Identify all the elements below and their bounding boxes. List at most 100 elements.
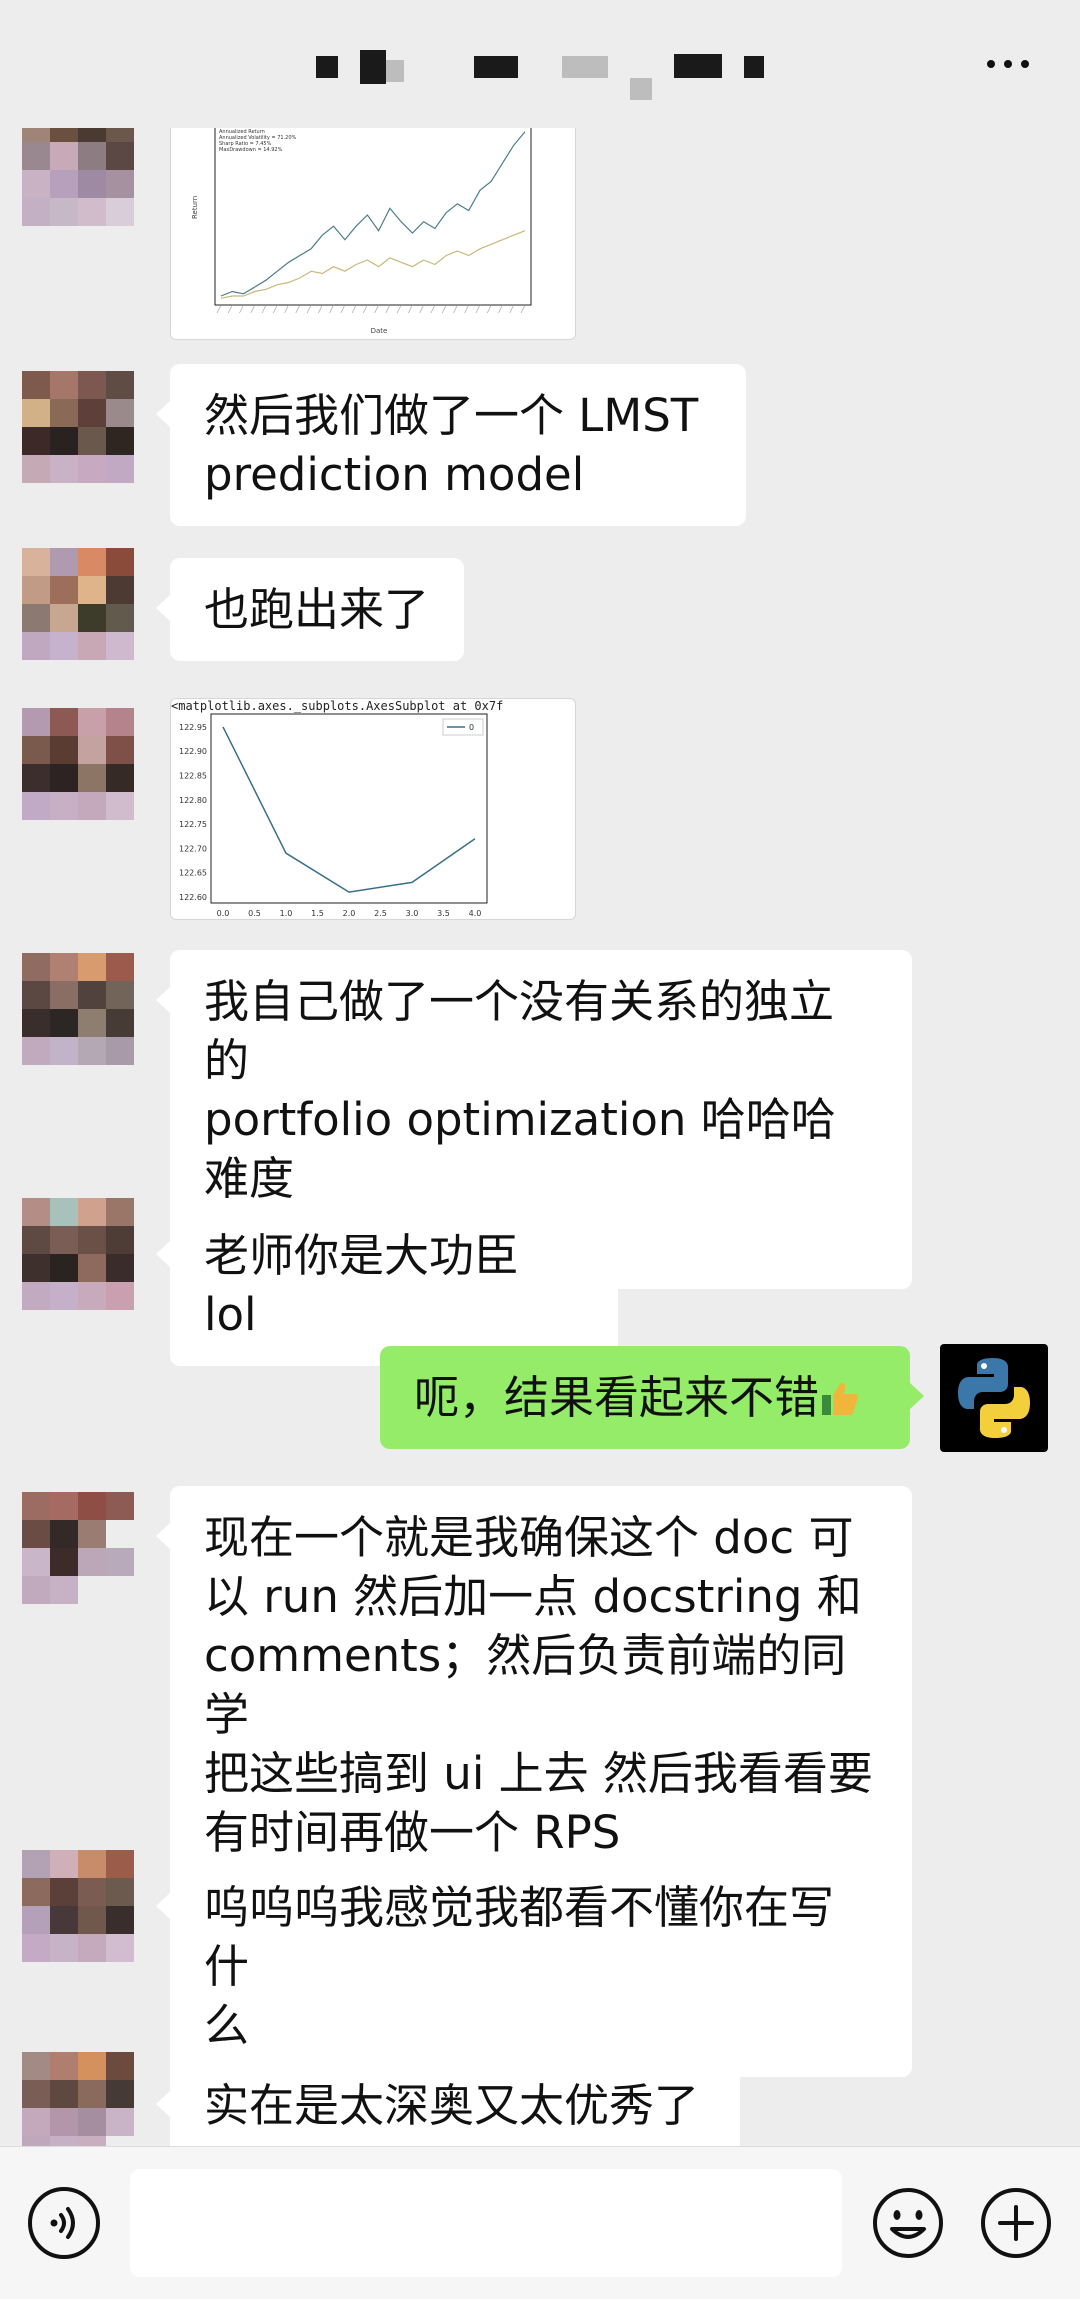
x-tick-label: 0.0 [217, 909, 230, 918]
message-list[interactable]: Annualized Return Annualized Volatility =… [0, 128, 1080, 2146]
x-tick [430, 304, 436, 314]
x-tick-label: 0.5 [248, 909, 261, 918]
y-tick-label: 122.65 [179, 869, 207, 878]
x-tick [239, 304, 244, 314]
avatar[interactable] [22, 371, 134, 483]
chat-header [0, 0, 1080, 128]
input-bar [0, 2146, 1080, 2299]
message-text-line: 把这些搞到 ui 上去 然后我看看要 [204, 1747, 873, 1800]
message-bubble[interactable]: 然后我们做了一个 LMST prediction model [156, 364, 746, 526]
x-tick-label: 3.5 [437, 909, 450, 918]
chart-legend: Annualized ReturnAnnualized Volatility =… [219, 129, 297, 153]
avatar[interactable] [22, 953, 134, 1065]
x-tick [498, 304, 503, 314]
message-text-line: 然后我们做了一个 LMST [204, 389, 699, 442]
voice-button[interactable] [28, 2187, 100, 2259]
x-tick [295, 304, 301, 314]
x-tick [216, 304, 222, 314]
plus-icon [981, 2188, 1051, 2258]
y-tick-label: 122.60 [179, 893, 207, 902]
x-tick-label: 3.0 [406, 909, 419, 918]
avatar[interactable] [22, 708, 134, 820]
x-tick [385, 304, 391, 314]
x-tick-label: 2.0 [343, 909, 356, 918]
message-bubble[interactable]: 实在是太深奥又太优秀了 [156, 2054, 740, 2146]
avatar[interactable] [22, 1198, 134, 1310]
y-tick-label: 122.75 [179, 820, 207, 829]
x-tick [419, 304, 424, 314]
message-text-line: 也跑出来了 [204, 583, 430, 636]
x-tick [227, 304, 233, 314]
y-axis-label: Return [191, 196, 199, 219]
x-tick [374, 304, 379, 314]
x-tick [475, 304, 481, 314]
x-tick [408, 304, 413, 314]
x-tick-label: 2.5 [374, 909, 387, 918]
x-tick [273, 304, 278, 314]
x-tick [486, 304, 492, 314]
message-bubble[interactable]: 现在一个就是我确保这个 doc 可 以 run 然后加一点 docstring … [156, 1486, 912, 1884]
message-bubble[interactable]: 老师你是大功臣 lol [156, 1204, 618, 1366]
x-tick [441, 304, 447, 314]
x-tick [250, 304, 256, 314]
thumbs-up-icon [822, 1382, 858, 1415]
x-tick [351, 304, 357, 314]
image-message-prediction[interactable]: <matplotlib.axes._subplots.AxesSubplot a… [170, 698, 576, 920]
message-bubble[interactable]: 也跑出来了 [156, 558, 464, 661]
message-text-line: 呜呜呜我感觉我都看不懂你在写什 [204, 1881, 835, 1993]
x-tick-label: 1.5 [311, 909, 324, 918]
voice-icon [50, 2207, 75, 2239]
my-message-bubble[interactable]: 呃，结果看起来不错 [380, 1346, 924, 1449]
x-tick [318, 304, 323, 314]
more-dots-icon [987, 60, 995, 68]
emoji-icon [873, 2188, 943, 2258]
message-text-line: 现在一个就是我确保这个 doc 可 [204, 1511, 854, 1564]
x-tick [464, 304, 469, 314]
chart-header-text: <matplotlib.axes._subplots.AxesSubplot a… [171, 699, 503, 713]
y-tick-label: 122.80 [179, 796, 207, 805]
avatar[interactable] [22, 1850, 134, 1962]
message-text-line: prediction model [204, 448, 585, 501]
x-tick-label: 4.0 [469, 909, 482, 918]
x-tick [261, 304, 267, 314]
message-text-line: 老师你是大功臣 lol [204, 1229, 520, 1341]
chart-legend: 0 [442, 718, 484, 736]
plus-button[interactable] [978, 2185, 1054, 2261]
x-tick [509, 304, 515, 314]
legend-line: MaxDrawdown = 14.92% [219, 147, 283, 153]
more-button[interactable] [976, 44, 1040, 84]
series-line [220, 230, 526, 299]
emoji-button[interactable] [870, 2185, 946, 2261]
message-text-line: 实在是太深奥又太优秀了 [204, 2079, 700, 2132]
x-tick-label: 1.0 [280, 909, 293, 918]
message-bubble[interactable]: 呜呜呜我感觉我都看不懂你在写什 么 [156, 1856, 912, 2077]
y-tick-label: 122.70 [179, 844, 207, 853]
message-text-line: comments；然后负责前端的同学 [204, 1629, 847, 1741]
prediction-chart: <matplotlib.axes._subplots.AxesSubplot a… [171, 699, 503, 918]
x-tick [284, 304, 289, 314]
backtest-chart: Annualized ReturnAnnualized Volatility =… [191, 128, 532, 335]
avatar[interactable] [22, 548, 134, 660]
x-axis-label: Date [371, 327, 388, 335]
message-text-line: 以 run 然后加一点 docstring 和 [204, 1570, 862, 1623]
avatar[interactable] [22, 128, 134, 226]
message-text-line: 我自己做了一个没有关系的独立的 [204, 975, 835, 1087]
x-tick [340, 304, 346, 314]
avatar[interactable] [22, 2052, 134, 2146]
x-tick [329, 304, 334, 314]
message-text-line: 有时间再做一个 RPS [204, 1806, 621, 1859]
avatar[interactable] [22, 1492, 134, 1604]
python-logo-icon [958, 1358, 1030, 1438]
message-text-line: 么 [204, 1999, 250, 2052]
y-tick-label: 122.90 [179, 747, 207, 756]
x-tick [306, 304, 312, 314]
legend-label: 0 [469, 723, 474, 732]
x-tick [520, 304, 526, 314]
message-text-line: portfolio optimization 哈哈哈 难度 [204, 1093, 836, 1205]
x-tick [453, 304, 458, 314]
my-avatar[interactable] [940, 1344, 1048, 1452]
y-tick-label: 122.85 [179, 771, 207, 780]
message-input[interactable] [130, 2169, 842, 2277]
image-message-backtest[interactable]: Annualized Return Annualized Volatility =… [170, 128, 576, 340]
series-line [222, 726, 476, 893]
